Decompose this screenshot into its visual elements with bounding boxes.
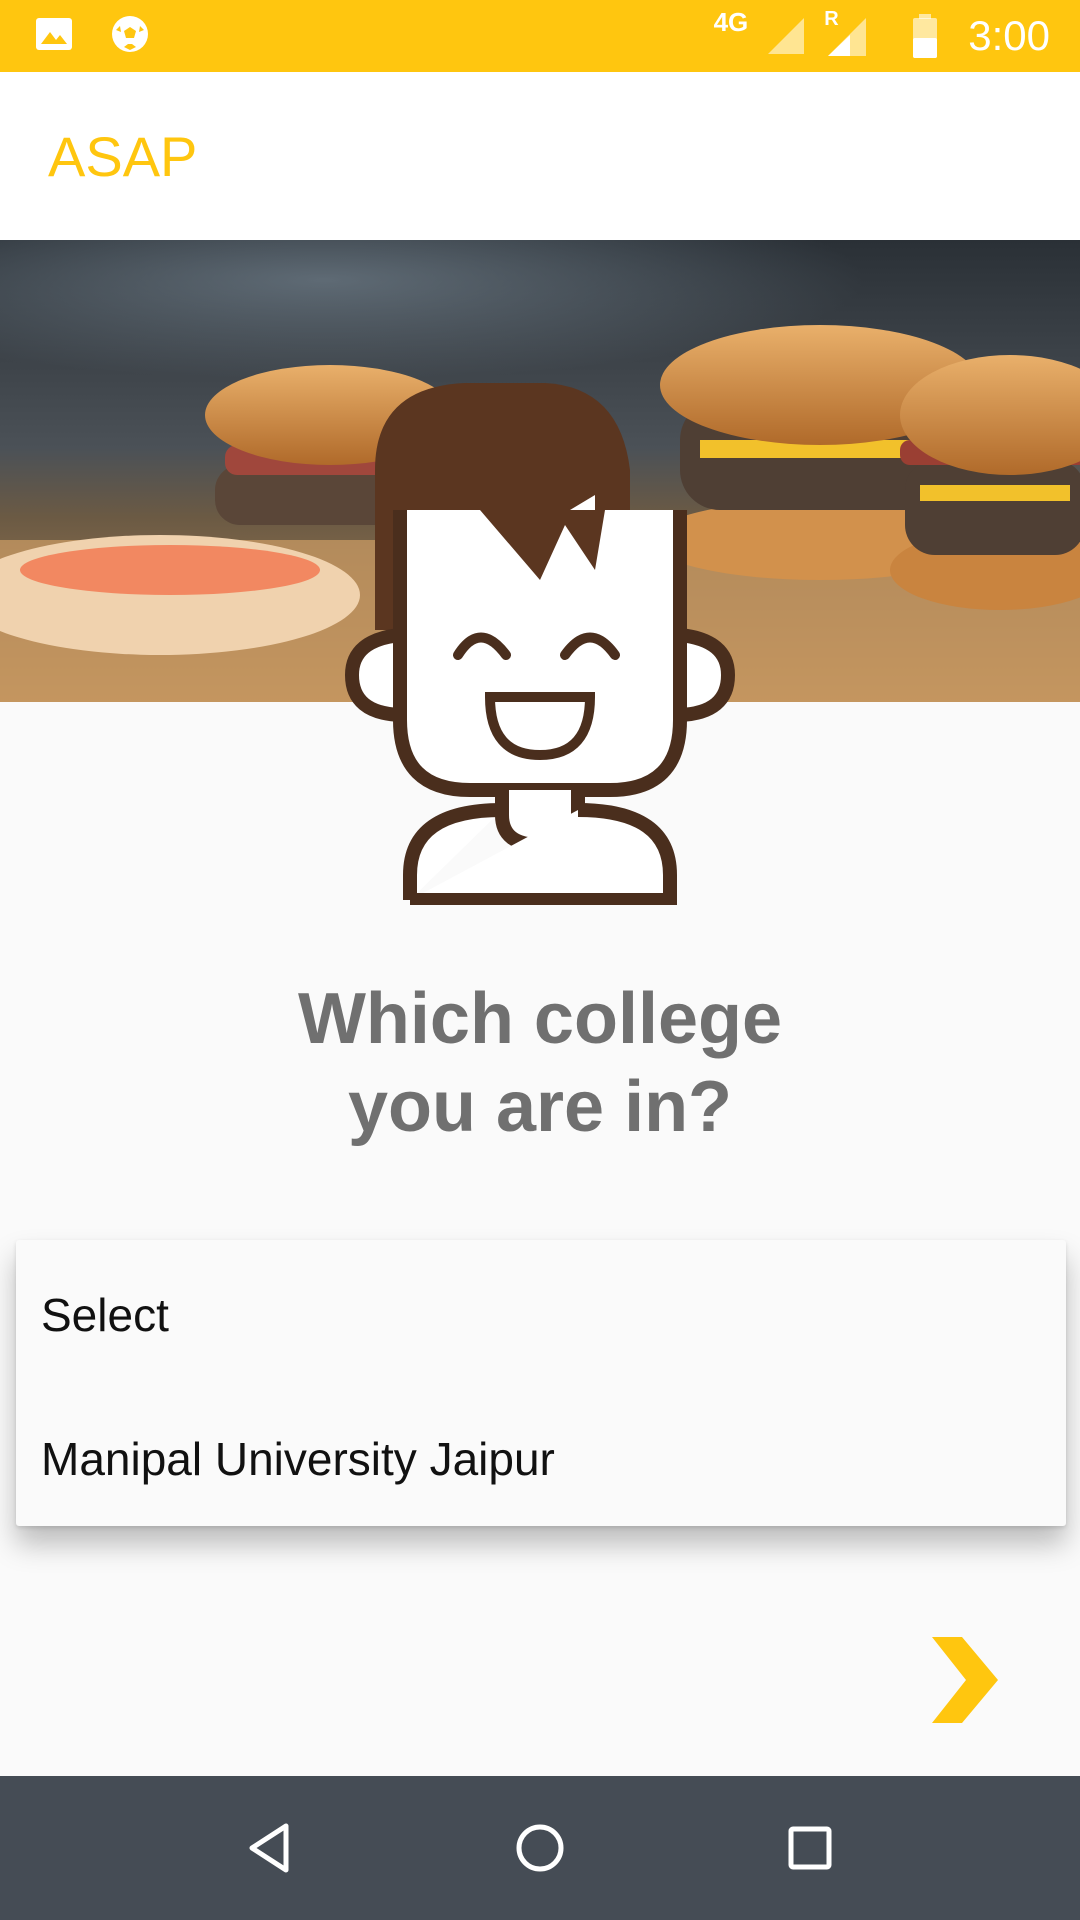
recents-icon[interactable] [778, 1816, 842, 1880]
dropdown-option-select[interactable]: Select [41, 1288, 169, 1342]
college-question: Which college you are in? [0, 975, 1080, 1151]
app-bar: ASAP [0, 72, 1080, 240]
back-icon[interactable] [238, 1816, 302, 1880]
roaming-label: R [824, 8, 839, 30]
app-title: ASAP [48, 125, 198, 188]
image-notification-icon [36, 18, 72, 50]
question-line-2: you are in? [347, 1067, 733, 1147]
college-dropdown-list[interactable]: Select Manipal University Jaipur [16, 1240, 1066, 1526]
clock: 3:00 [968, 12, 1050, 59]
next-button[interactable] [920, 1625, 1010, 1725]
status-bar: 4G R 3:00 [0, 0, 1080, 72]
smiling-boy-avatar-icon [340, 375, 740, 907]
soccer-ball-icon [112, 16, 148, 52]
signal-icon [768, 18, 805, 54]
dropdown-option-manipal-university-jaipur[interactable]: Manipal University Jaipur [41, 1432, 555, 1486]
network-type-label: 4G [713, 6, 749, 37]
battery-icon [913, 14, 938, 58]
signal-roaming-icon: R [824, 8, 868, 58]
home-icon[interactable] [508, 1816, 572, 1880]
question-line-1: Which college [297, 979, 783, 1059]
chevron-right-icon [932, 1637, 998, 1723]
system-navigation-bar [0, 1776, 1080, 1920]
